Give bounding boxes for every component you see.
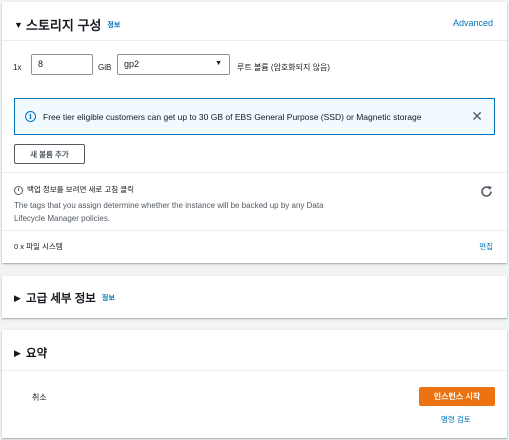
storage-config-panel: ▼ 스토리지 구성 정보 Advanced 1x 8 GiB gp2 ▼ 루트 … [2, 2, 507, 263]
caret-down-icon: ▼ [14, 19, 23, 30]
divider [2, 370, 507, 371]
backup-heading: 백업 정보를 보려면 새로 고침 클릭 [14, 184, 134, 195]
free-tier-alert: i Free tier eligible customers can get u… [14, 98, 495, 135]
root-volume-label: 루트 볼륨 (암호화되지 않음) [237, 62, 330, 73]
encryption-note: (암호화되지 않음) [270, 63, 330, 72]
file-systems-label: 0 x 파일 시스템 [14, 242, 63, 251]
divider [2, 230, 507, 231]
advanced-details-title: 고급 세부 정보 [26, 293, 96, 305]
volume-type-select[interactable]: gp2 ▼ [117, 54, 230, 75]
info-circle-icon: i [25, 111, 36, 122]
advanced-details-panel: ▶ 고급 세부 정보 정보 [2, 276, 507, 318]
clock-icon [14, 185, 23, 195]
launch-instance-button-label: 인스턴스 시작 [433, 392, 481, 401]
refresh-icon[interactable] [480, 185, 493, 198]
storage-info-link[interactable]: 정보 [107, 20, 120, 30]
caret-right-icon: ▶ [14, 292, 21, 303]
volume-size-unit: GiB [98, 63, 112, 72]
divider [2, 40, 507, 41]
storage-config-title: 스토리지 구성 [26, 18, 102, 33]
caret-right-icon: ▶ [14, 347, 21, 358]
add-volume-button[interactable]: 새 볼륨 추가 [14, 144, 85, 164]
review-commands-link[interactable]: 명령 검토 [441, 414, 471, 425]
advanced-info-link[interactable]: 정보 [102, 293, 115, 303]
close-icon[interactable]: ✕ [471, 108, 483, 125]
chevron-down-icon: ▼ [215, 60, 222, 67]
advanced-link[interactable]: Advanced [453, 18, 493, 28]
volume-size-input[interactable]: 8 [31, 54, 93, 75]
volume-type-value: gp2 [124, 59, 140, 69]
summary-panel: ▶ 요약 취소 인스턴스 시작 명령 검토 [2, 330, 507, 438]
volume-size-value: 8 [38, 59, 44, 69]
backup-desc-line1: The tags that you assign determine wheth… [14, 201, 324, 210]
add-volume-button-label: 새 볼륨 추가 [30, 149, 69, 159]
launch-instance-button[interactable]: 인스턴스 시작 [419, 387, 495, 406]
divider [2, 172, 507, 173]
volume-count-label: 1x [13, 63, 22, 72]
backup-heading-text: 백업 정보를 보려면 새로 고침 클릭 [27, 185, 135, 194]
advanced-details-header[interactable]: ▶ 고급 세부 정보 정보 [14, 290, 115, 306]
cancel-button[interactable]: 취소 [32, 392, 47, 403]
root-volume-text: 루트 볼륨 [237, 63, 269, 72]
summary-title: 요약 [26, 348, 48, 360]
summary-header[interactable]: ▶ 요약 [14, 345, 47, 361]
free-tier-alert-text: Free tier eligible customers can get up … [43, 111, 422, 122]
backup-desc-line2: Lifecycle Manager policies. [14, 214, 111, 223]
edit-file-systems-link[interactable]: 편집 [479, 241, 493, 252]
storage-config-header[interactable]: ▼ 스토리지 구성 정보 [14, 15, 120, 34]
backup-description: The tags that you assign determine wheth… [14, 199, 324, 225]
